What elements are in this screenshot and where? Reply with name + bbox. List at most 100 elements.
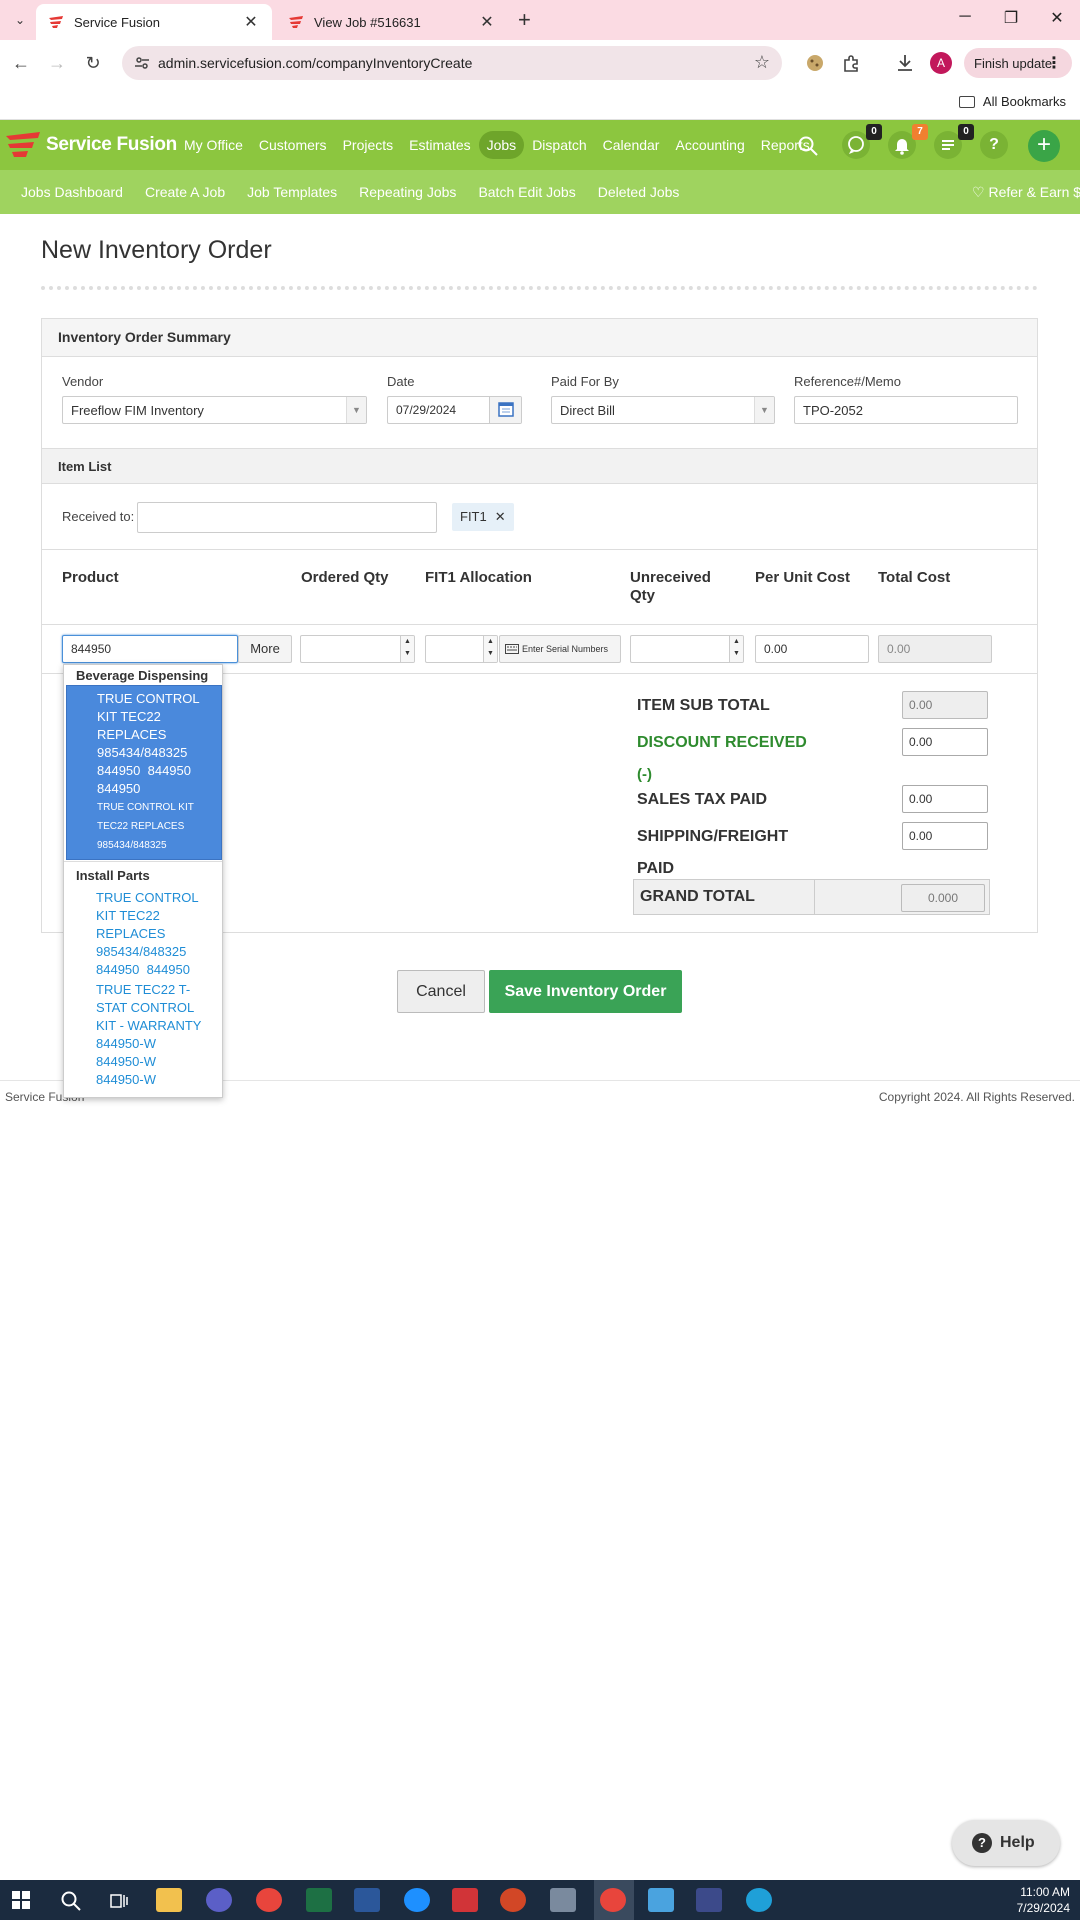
new-tab-icon[interactable]: + [518, 8, 531, 32]
nav-dispatch[interactable]: Dispatch [524, 131, 594, 159]
extension-cookie-icon[interactable] [804, 52, 826, 74]
product-autocomplete-dropdown: Beverage Dispensing TRUE CONTROL KIT TEC… [63, 664, 223, 1098]
powerpoint-icon[interactable] [500, 1888, 526, 1912]
chrome-active-icon[interactable] [600, 1888, 626, 1912]
title-divider [41, 286, 1038, 290]
forward-icon[interactable]: → [44, 50, 70, 76]
teams-icon[interactable] [206, 1888, 232, 1912]
g-app-icon[interactable] [696, 1888, 722, 1912]
snipping-tool-icon[interactable] [452, 1888, 478, 1912]
reload-icon[interactable]: ↻ [80, 50, 106, 76]
close-window-icon[interactable]: ✕ [1042, 8, 1072, 28]
dropdown-item-true-tec22-warranty[interactable]: TRUE TEC22 T- STAT CONTROL KIT - WARRANT… [66, 977, 222, 1093]
refer-and-earn-link[interactable]: ♡ Refer & Earn $ [972, 184, 1080, 201]
shipping-freight-input[interactable]: 0.00 [902, 822, 988, 850]
finish-update-button[interactable]: Finish update ⋮ [964, 48, 1072, 78]
dropdown-group-beverage-dispensing: Beverage Dispensing [76, 668, 209, 683]
taskbar-search-icon[interactable] [60, 1890, 82, 1912]
extensions-puzzle-icon[interactable] [840, 52, 862, 74]
file-explorer-icon[interactable] [156, 1888, 182, 1912]
site-info-icon[interactable] [134, 55, 150, 71]
internet-explorer-icon[interactable] [404, 1888, 430, 1912]
brand-logo[interactable]: Service Fusion [4, 130, 177, 160]
stepper-icon[interactable]: ▲ ▼ [483, 636, 497, 662]
nav-projects[interactable]: Projects [335, 131, 402, 159]
dropdown-arrow-icon: ▼ [346, 397, 366, 423]
discount-sign: (-) [637, 766, 652, 783]
system-clock[interactable]: 11:00 AM 7/29/2024 [1017, 1884, 1070, 1916]
help-button[interactable]: ? Help [952, 1820, 1060, 1866]
nav-accounting[interactable]: Accounting [667, 131, 752, 159]
profile-avatar[interactable]: A [930, 52, 952, 74]
per-unit-cost-input[interactable]: 0.00 [755, 635, 869, 663]
sales-tax-input[interactable]: 0.00 [902, 785, 988, 813]
tab-view-job[interactable]: View Job #516631 ✕ [276, 4, 508, 40]
shipping-freight-label: SHIPPING/FREIGHT [637, 828, 789, 845]
subnav-create-a-job[interactable]: Create A Job [134, 184, 236, 200]
search-icon[interactable] [797, 135, 819, 157]
all-bookmarks-button[interactable]: All Bookmarks [958, 94, 1066, 109]
enter-serial-numbers-button[interactable]: Enter Serial Numbers [499, 635, 621, 663]
restore-icon[interactable]: ❐ [996, 8, 1026, 28]
downloads-icon[interactable] [894, 52, 916, 74]
close-tab-icon[interactable]: ✕ [478, 12, 496, 32]
tab-search-chevron-icon[interactable]: ⌄ [8, 8, 32, 32]
divider [42, 549, 1037, 550]
edge-icon[interactable] [746, 1888, 772, 1912]
nav-estimates[interactable]: Estimates [401, 131, 478, 159]
word-icon[interactable] [354, 1888, 380, 1912]
nav-calendar[interactable]: Calendar [595, 131, 668, 159]
browser-tab-bar: ⌄ Service Fusion ✕ View Job #516631 ✕ + … [0, 0, 1080, 40]
url-text: admin.servicefusion.com/companyInventory… [158, 55, 473, 71]
allocation-qty-input[interactable]: ▲ ▼ [425, 635, 498, 663]
nav-customers[interactable]: Customers [251, 131, 335, 159]
dropdown-item-true-control-kit-install[interactable]: TRUE CONTROL KIT TEC22 REPLACES 985434/8… [66, 885, 222, 983]
stepper-icon[interactable]: ▲ ▼ [400, 636, 414, 662]
subnav-repeating-jobs[interactable]: Repeating Jobs [348, 184, 467, 200]
subnav-deleted-jobs[interactable]: Deleted Jobs [587, 184, 691, 200]
app-icon[interactable] [550, 1888, 576, 1912]
cancel-button[interactable]: Cancel [397, 970, 485, 1013]
nav-my-office[interactable]: My Office [176, 131, 251, 159]
task-view-icon[interactable] [108, 1890, 130, 1912]
subnav-jobs-dashboard[interactable]: Jobs Dashboard [10, 184, 134, 200]
dropdown-item-true-control-kit-beverage[interactable]: TRUE CONTROL KIT TEC22 REPLACES 985434/8… [66, 685, 222, 860]
chrome-icon[interactable] [256, 1888, 282, 1912]
bookmark-star-icon[interactable]: ☆ [754, 52, 770, 73]
date-input[interactable]: 07/29/2024 [387, 396, 522, 424]
divider [42, 624, 1037, 625]
unreceived-qty-input[interactable]: ▲ ▼ [630, 635, 744, 663]
back-icon[interactable]: ← [8, 50, 34, 76]
app-header: Service Fusion My Office Customers Proje… [0, 120, 1080, 170]
reference-memo-input[interactable]: TPO-2052 [794, 396, 1018, 424]
browser-toolbar: ← → ↻ admin.servicefusion.com/companyInv… [0, 40, 1080, 86]
close-tab-icon[interactable]: ✕ [242, 12, 260, 32]
save-inventory-order-button[interactable]: Save Inventory Order [489, 970, 682, 1013]
remove-chip-icon[interactable]: ✕ [495, 509, 506, 524]
excel-icon[interactable] [306, 1888, 332, 1912]
dropdown-group-install-parts: Install Parts [76, 868, 150, 883]
more-button[interactable]: More [238, 635, 292, 663]
main-nav: My Office Customers Projects Estimates J… [176, 120, 818, 170]
add-new-button[interactable]: + [1028, 130, 1060, 162]
discount-received-input[interactable]: 0.00 [902, 728, 988, 756]
subnav-job-templates[interactable]: Job Templates [236, 184, 348, 200]
windows-start-icon[interactable] [12, 1891, 30, 1909]
ordered-qty-input[interactable]: ▲ ▼ [300, 635, 415, 663]
stepper-icon[interactable]: ▲ ▼ [729, 636, 743, 662]
nav-jobs[interactable]: Jobs [478, 131, 525, 159]
help-question-icon[interactable]: ? [980, 131, 1008, 159]
received-to-input[interactable] [137, 502, 437, 533]
product-search-input[interactable]: 844950 [62, 635, 238, 663]
service-fusion-favicon-icon [49, 16, 63, 28]
photos-icon[interactable] [648, 1888, 674, 1912]
minimize-icon[interactable]: ─ [950, 8, 980, 26]
received-to-label: Received to: [62, 509, 135, 524]
calendar-icon[interactable] [489, 397, 521, 423]
paid-for-by-select[interactable]: Direct Bill ▼ [551, 396, 775, 424]
kebab-menu-icon: ⋮ [1046, 55, 1062, 72]
vendor-select[interactable]: Freeflow FIM Inventory ▼ [62, 396, 367, 424]
address-bar[interactable]: admin.servicefusion.com/companyInventory… [122, 46, 782, 80]
tab-service-fusion[interactable]: Service Fusion ✕ [36, 4, 272, 40]
subnav-batch-edit-jobs[interactable]: Batch Edit Jobs [467, 184, 586, 200]
